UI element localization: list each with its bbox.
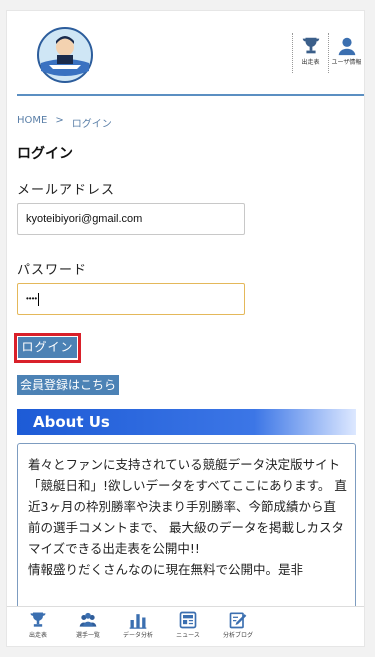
header-race-card-label: 出走表 xyxy=(301,59,320,66)
nav-item-data-analysis[interactable]: データ分析 xyxy=(113,607,163,646)
nav-item-news[interactable]: ニュース xyxy=(163,607,213,646)
breadcrumb-current: ログイン xyxy=(71,119,112,130)
about-paragraph: 着々とファンに支持されている競艇データ決定版サイト「競艇日和」!欲しいデータをす… xyxy=(28,457,347,556)
header: 出走表 ユーザ情報 xyxy=(7,11,364,97)
user-icon xyxy=(338,37,355,56)
header-divider xyxy=(17,94,364,96)
edit-icon xyxy=(229,612,247,629)
bar-chart-icon xyxy=(129,614,147,629)
trophy-icon xyxy=(302,37,319,54)
nav-label: 分析ブログ xyxy=(222,632,253,639)
email-label: メールアドレス xyxy=(17,183,116,198)
nav-label: ニュース xyxy=(176,632,200,639)
breadcrumb-separator: > xyxy=(55,115,64,126)
trophy-icon xyxy=(30,612,46,627)
password-field[interactable]: •••• xyxy=(17,283,245,315)
header-buttons: 出走表 ユーザ情報 xyxy=(292,33,364,73)
email-field[interactable]: kyoteibiyori@gmail.com xyxy=(17,203,245,235)
news-icon xyxy=(179,611,197,629)
login-button[interactable]: ログイン xyxy=(18,337,77,358)
register-button[interactable]: 会員登録はこちら xyxy=(17,375,120,395)
nav-label: データ分析 xyxy=(122,632,153,639)
password-label: パスワード xyxy=(17,263,88,278)
header-user-info-label: ユーザ情報 xyxy=(331,59,362,66)
header-race-card-button[interactable]: 出走表 xyxy=(292,33,328,73)
nav-item-race-card[interactable]: 出走表 xyxy=(13,607,63,646)
about-text-box: 着々とファンに支持されている競艇データ決定版サイト「競艇日和」!欲しいデータをす… xyxy=(17,443,356,613)
players-icon xyxy=(79,612,97,627)
nav-item-analysis-blog[interactable]: 分析ブログ xyxy=(213,607,263,646)
page-title: ログイン xyxy=(17,146,73,162)
about-paragraph: 情報盛りだくさんなのに現在無料で公開中。是非 xyxy=(28,562,304,577)
header-user-info-button[interactable]: ユーザ情報 xyxy=(328,33,364,73)
nav-label: 選手一覧 xyxy=(75,632,100,639)
breadcrumb: HOME > ログイン xyxy=(17,115,112,130)
email-field-value: kyoteibiyori@gmail.com xyxy=(26,213,143,225)
text-caret xyxy=(38,292,40,306)
nav-item-players[interactable]: 選手一覧 xyxy=(63,607,113,646)
site-logo[interactable] xyxy=(35,25,95,85)
bottom-nav: 出走表 選手一覧 データ分析 ニュース 分析ブログ xyxy=(7,606,364,646)
password-field-value: •••• xyxy=(26,294,38,303)
nav-label: 出走表 xyxy=(28,632,47,639)
app-frame: 出走表 ユーザ情報 HOME > ログイン ログイン メールアドレス kyote… xyxy=(6,10,365,647)
about-heading: About Us xyxy=(17,409,356,435)
breadcrumb-home-link[interactable]: HOME xyxy=(17,115,47,130)
